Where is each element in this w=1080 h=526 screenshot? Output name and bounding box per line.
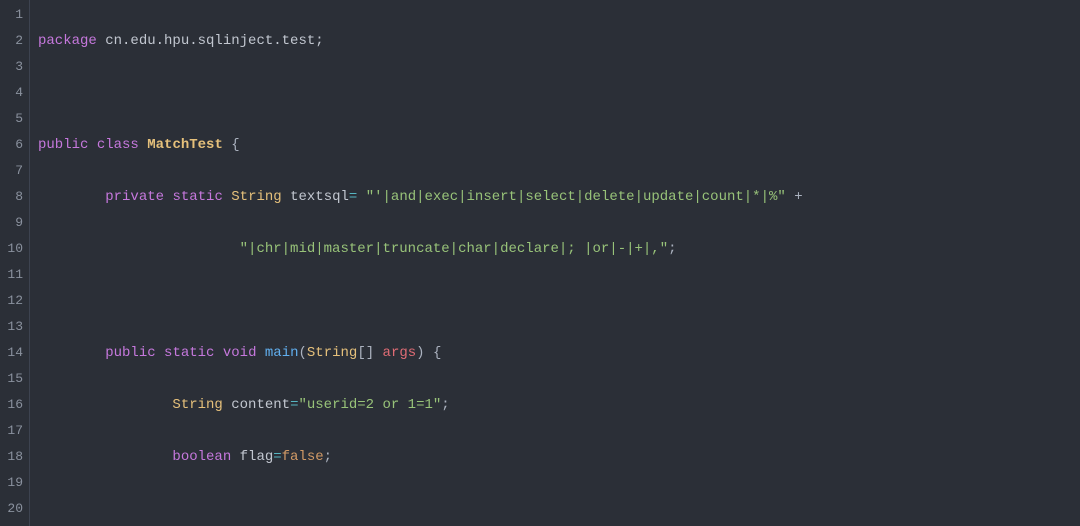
line-number: 8 [0,184,29,210]
code-line: package cn.edu.hpu.sqlinject.test; [38,28,1080,54]
line-number: 7 [0,158,29,184]
keyword: void [223,345,257,361]
identifier: flag [231,449,273,465]
code-editor: 1 2 3 4 5 6 7 8 9 10 11 12 13 14 15 16 1… [0,0,1080,526]
operator: = [273,449,281,465]
indent [38,449,172,465]
line-number: 12 [0,288,29,314]
line-number: 4 [0,80,29,106]
paren: ( [299,345,307,361]
function: main [265,345,299,361]
code-line [38,80,1080,106]
code-line: String content="userid=2 or 1=1"; [38,392,1080,418]
semicolon: ; [324,449,332,465]
keyword: static [172,189,222,205]
keyword: static [164,345,214,361]
line-number: 11 [0,262,29,288]
code-line: "|chr|mid|master|truncate|char|declare|;… [38,236,1080,262]
operator: = [349,189,357,205]
line-number: 13 [0,314,29,340]
brackets: [] [357,345,382,361]
keyword: public [38,137,88,153]
identifier: textsql [282,189,349,205]
semicolon: ; [668,241,676,257]
line-number: 18 [0,444,29,470]
line-number: 2 [0,28,29,54]
keyword: public [105,345,155,361]
package-name: cn.edu.hpu.sqlinject.test; [97,33,324,49]
type: String [231,189,281,205]
line-number: 6 [0,132,29,158]
semicolon: ; [441,397,449,413]
line-number: 9 [0,210,29,236]
code-area[interactable]: package cn.edu.hpu.sqlinject.test; publi… [30,0,1080,526]
brace: { [425,345,442,361]
keyword: private [105,189,164,205]
indent [38,345,105,361]
line-number: 5 [0,106,29,132]
indent [38,397,172,413]
line-number: 17 [0,418,29,444]
string: "userid=2 or 1=1" [298,397,441,413]
brace: { [223,137,240,153]
keyword: class [97,137,139,153]
line-number: 10 [0,236,29,262]
type: String [307,345,357,361]
indent [38,189,105,205]
string: "'|and|exec|insert|select|delete|update|… [366,189,786,205]
line-number: 3 [0,54,29,80]
line-number-gutter: 1 2 3 4 5 6 7 8 9 10 11 12 13 14 15 16 1… [0,0,30,526]
line-number: 16 [0,392,29,418]
keyword: package [38,33,97,49]
code-line: boolean flag=false; [38,444,1080,470]
identifier: args [383,345,417,361]
line-number: 20 [0,496,29,522]
indent [38,241,240,257]
line-number: 19 [0,470,29,496]
identifier: content [223,397,290,413]
type: String [172,397,222,413]
line-number: 15 [0,366,29,392]
keyword: boolean [172,449,231,465]
code-line [38,496,1080,522]
string: "|chr|mid|master|truncate|char|declare|;… [240,241,668,257]
line-number: 14 [0,340,29,366]
code-line: public static void main(String[] args) { [38,340,1080,366]
paren: ) [416,345,424,361]
code-line: public class MatchTest { [38,132,1080,158]
class-name: MatchTest [147,137,223,153]
boolean: false [282,449,324,465]
code-line [38,288,1080,314]
operator: + [786,189,803,205]
code-line: private static String textsql= "'|and|ex… [38,184,1080,210]
line-number: 1 [0,2,29,28]
